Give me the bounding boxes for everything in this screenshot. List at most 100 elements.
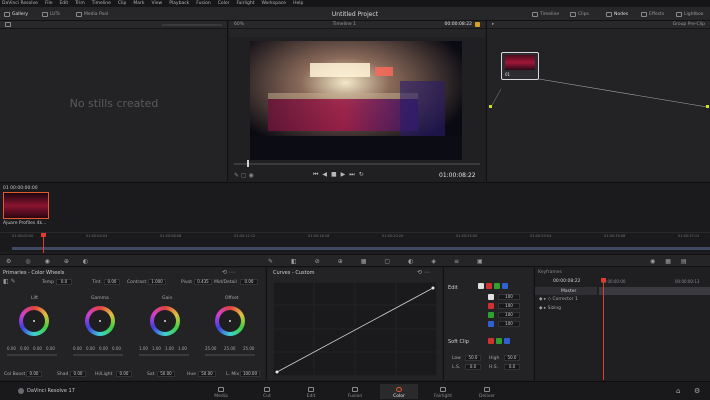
- corrector-row[interactable]: ◆ ▸ ◇ Corrector 1: [539, 297, 578, 302]
- gamma-y[interactable]: 0.00: [73, 346, 82, 351]
- gamma-g[interactable]: 0.00: [99, 346, 108, 351]
- menu-fusion[interactable]: Fusion: [196, 1, 210, 6]
- color-tool-icons-left[interactable]: ⚙◎◉⊕◐: [6, 258, 102, 265]
- pivot-value[interactable]: 0.435: [194, 279, 212, 285]
- menu-trim[interactable]: Trim: [75, 1, 85, 6]
- color-tool-icons-right[interactable]: ✎◧⊘⊕▦▢◐◈≡▣: [268, 258, 501, 265]
- lift-master-slider[interactable]: [7, 354, 57, 356]
- channel-b-chip[interactable]: [502, 283, 508, 289]
- scope-icons[interactable]: ◉▦▤: [650, 258, 697, 265]
- temp-value[interactable]: 0.0: [56, 279, 72, 285]
- channel-r-chip[interactable]: [486, 283, 492, 289]
- softclip-r-chip[interactable]: [488, 338, 494, 344]
- col-boost-value[interactable]: 0.00: [26, 371, 42, 377]
- gamma-master-slider[interactable]: [73, 354, 123, 356]
- gain-master-slider[interactable]: [139, 354, 189, 356]
- transport-controls[interactable]: ⏮◀■▶⏭↻: [313, 171, 368, 179]
- menu-timeline[interactable]: Timeline: [92, 1, 111, 6]
- home-icon[interactable]: ⌂: [676, 387, 680, 395]
- gallery-zoom-slider[interactable]: [162, 23, 222, 26]
- page-fusion[interactable]: Fusion: [336, 384, 374, 399]
- contrast-value[interactable]: 1.000: [148, 279, 166, 285]
- master-track[interactable]: [599, 287, 710, 295]
- offset-r[interactable]: 25.00: [205, 346, 216, 351]
- channel-y-chip[interactable]: [478, 283, 484, 289]
- clips-tab[interactable]: Clips: [570, 10, 589, 18]
- menu-mark[interactable]: Mark: [133, 1, 144, 6]
- lightbox-tab[interactable]: Lightbox: [676, 10, 703, 18]
- master-row[interactable]: Master: [535, 287, 597, 295]
- effects-tab[interactable]: Effects: [641, 10, 664, 18]
- viewer-scrubber[interactable]: [234, 163, 480, 165]
- gain-g[interactable]: 1.00: [165, 346, 174, 351]
- gain-y[interactable]: 1.00: [139, 346, 148, 351]
- gain-r[interactable]: 1.00: [152, 346, 161, 351]
- channel-g-chip[interactable]: [494, 283, 500, 289]
- node-mode[interactable]: Group Pre-Clip: [673, 22, 705, 27]
- menu-playback[interactable]: Playback: [169, 1, 189, 6]
- highlight-icon[interactable]: [475, 22, 480, 27]
- edit-r-value[interactable]: 100: [498, 303, 520, 309]
- low-value[interactable]: 50.0: [465, 355, 481, 361]
- ls-value[interactable]: 0.0: [465, 364, 481, 370]
- lift-y[interactable]: 0.00: [7, 346, 16, 351]
- menu-view[interactable]: View: [152, 1, 163, 6]
- page-cut[interactable]: Cut: [248, 384, 286, 399]
- menu-fairlight[interactable]: Fairlight: [236, 1, 254, 6]
- keyframe-playhead[interactable]: [603, 278, 604, 380]
- lift-g[interactable]: 0.00: [33, 346, 42, 351]
- page-edit[interactable]: Edit: [292, 384, 330, 399]
- keyframe-playhead-cap[interactable]: [601, 278, 606, 282]
- sat-value[interactable]: 50.00: [157, 371, 175, 377]
- pointer-icon[interactable]: ▸: [492, 22, 494, 27]
- middetail-value[interactable]: 0.00: [240, 279, 258, 285]
- edit-b-value[interactable]: 100: [498, 321, 520, 327]
- offset-g[interactable]: 25.00: [224, 346, 235, 351]
- gamma-b[interactable]: 0.00: [112, 346, 121, 351]
- page-fairlight[interactable]: Fairlight: [424, 384, 462, 399]
- timeline-track[interactable]: [12, 247, 710, 250]
- softclip-b-chip[interactable]: [504, 338, 510, 344]
- offset-b[interactable]: 25.00: [243, 346, 254, 351]
- gamma-wheel[interactable]: [85, 306, 115, 336]
- high-value[interactable]: 50.0: [504, 355, 520, 361]
- nodes-tab[interactable]: Nodes: [606, 10, 628, 18]
- curve-graph[interactable]: [273, 282, 437, 376]
- hs-value[interactable]: 0.0: [504, 364, 520, 370]
- edit-g-value[interactable]: 100: [498, 312, 520, 318]
- lift-wheel[interactable]: [19, 306, 49, 336]
- settings-icon[interactable]: ⚙: [694, 387, 700, 395]
- viewer-zoom[interactable]: 60%: [234, 22, 244, 27]
- hilight-value[interactable]: 0.00: [116, 371, 132, 377]
- menu-help[interactable]: Help: [293, 1, 303, 6]
- timeline-playhead-cap[interactable]: [41, 233, 46, 237]
- offset-wheel[interactable]: [215, 306, 245, 336]
- page-media[interactable]: Media: [202, 384, 240, 399]
- shad-value[interactable]: 0.00: [70, 371, 86, 377]
- menu-edit[interactable]: Edit: [59, 1, 68, 6]
- curves-reset-icon[interactable]: ⟲ ⋯: [417, 269, 430, 276]
- sizing-row[interactable]: ◆ ▸ Sizing: [539, 306, 561, 311]
- picker-icon[interactable]: ◧ ✎: [3, 278, 16, 285]
- page-deliver[interactable]: Deliver: [468, 384, 506, 399]
- offset-master-slider[interactable]: [205, 354, 255, 356]
- softclip-g-chip[interactable]: [496, 338, 502, 344]
- hue-value[interactable]: 50.00: [198, 371, 216, 377]
- gain-b[interactable]: 1.00: [178, 346, 187, 351]
- page-color[interactable]: Color: [380, 384, 418, 399]
- node-01[interactable]: 01: [501, 52, 539, 80]
- menu-color[interactable]: Color: [218, 1, 230, 6]
- gamma-r[interactable]: 0.00: [86, 346, 95, 351]
- timeline-selector[interactable]: Timeline 1: [333, 22, 356, 27]
- grid-icon[interactable]: [5, 22, 11, 27]
- edit-y-value[interactable]: 100: [498, 294, 520, 300]
- menu-workspace[interactable]: Workspace: [261, 1, 286, 6]
- tint-value[interactable]: 0.00: [104, 279, 120, 285]
- menu-file[interactable]: File: [45, 1, 53, 6]
- menu-app[interactable]: DaVinci Resolve: [2, 1, 38, 6]
- mini-timeline[interactable]: 01:00:00:00 01:00:04:04 01:00:08:08 01:0…: [0, 232, 710, 253]
- menu-clip[interactable]: Clip: [118, 1, 127, 6]
- scrubber-handle[interactable]: [247, 160, 249, 167]
- lmix-value[interactable]: 100.00: [240, 371, 260, 377]
- gain-wheel[interactable]: [150, 306, 180, 336]
